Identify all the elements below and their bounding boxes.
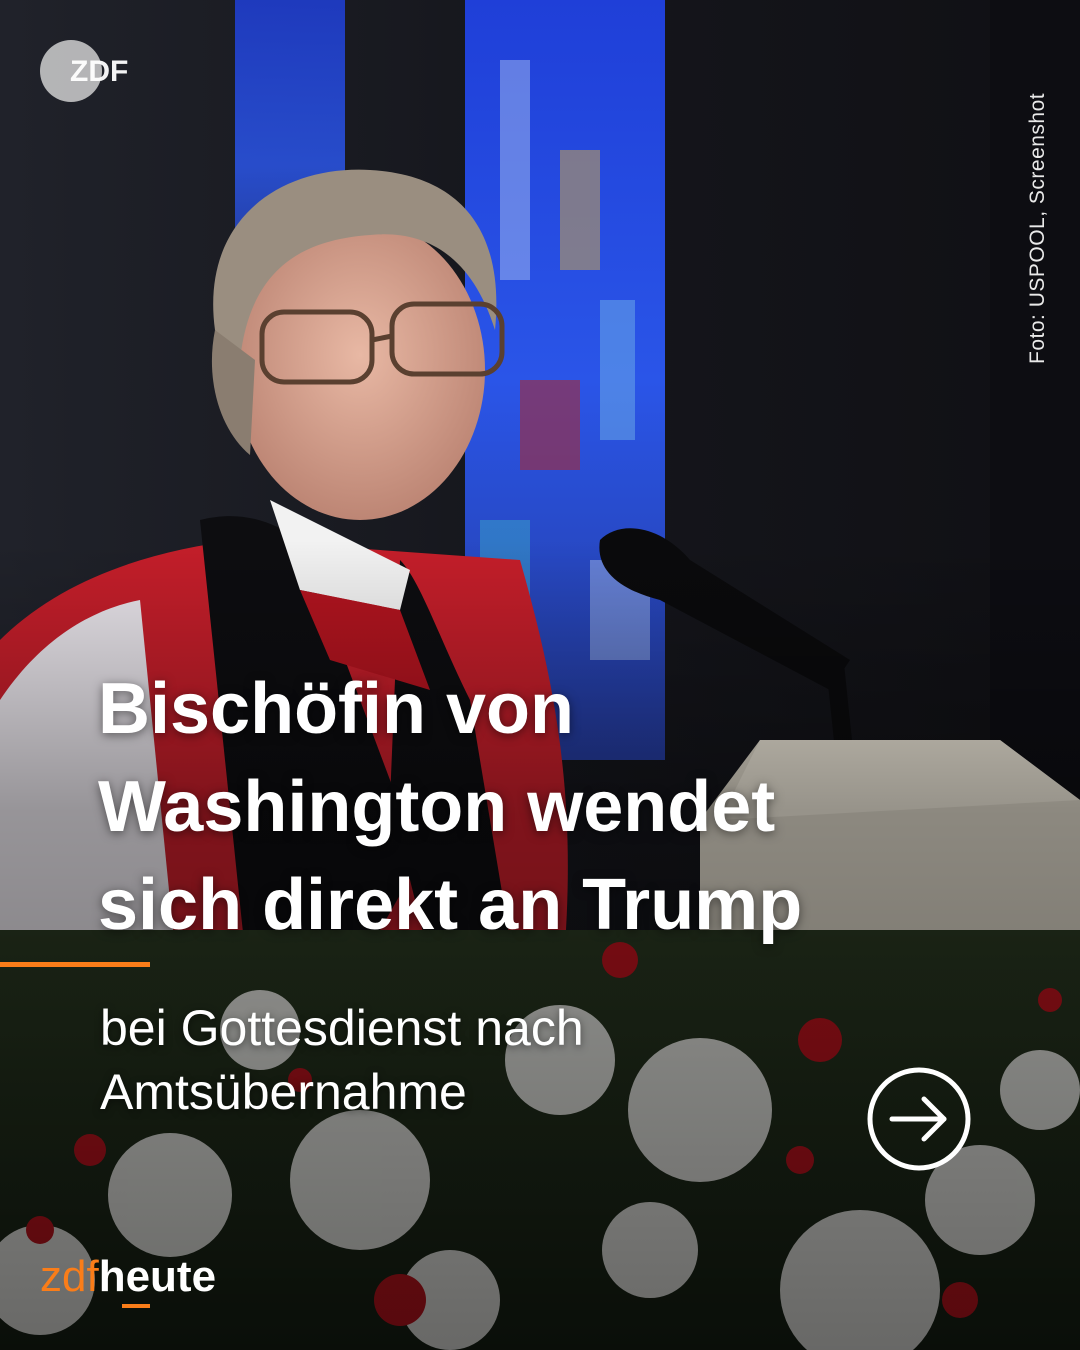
headline-line: Bischöfin von [98, 669, 575, 749]
brand-underline [122, 1304, 150, 1308]
brand-zdf: zdf [40, 1252, 99, 1301]
headline-line: Washington wendet [98, 767, 776, 847]
photo-credit: Foto: USPOOL, Screenshot [1026, 92, 1049, 364]
subheadline: bei Gottesdienst nach Amtsübernahme [100, 996, 860, 1124]
accent-divider [0, 962, 150, 967]
subheadline-line: Amtsübernahme [100, 1064, 467, 1120]
arrow-right-circle-icon [867, 1067, 971, 1171]
brand-heute: heute [98, 1252, 217, 1301]
headline-line: sich direkt an Trump [98, 865, 803, 945]
zdfheute-brand: zdfheute [40, 1252, 216, 1312]
zdf-logo-text: ZDF [70, 55, 128, 88]
zdf-logo-icon: ZDF [40, 40, 128, 102]
next-button[interactable] [866, 1066, 972, 1172]
news-post: ZDF Foto: USPOOL, Screenshot Bischöfin v… [0, 0, 1080, 1350]
headline: Bischöfin von Washington wendet sich dir… [98, 660, 958, 954]
subheadline-line: bei Gottesdienst nach [100, 1000, 584, 1056]
